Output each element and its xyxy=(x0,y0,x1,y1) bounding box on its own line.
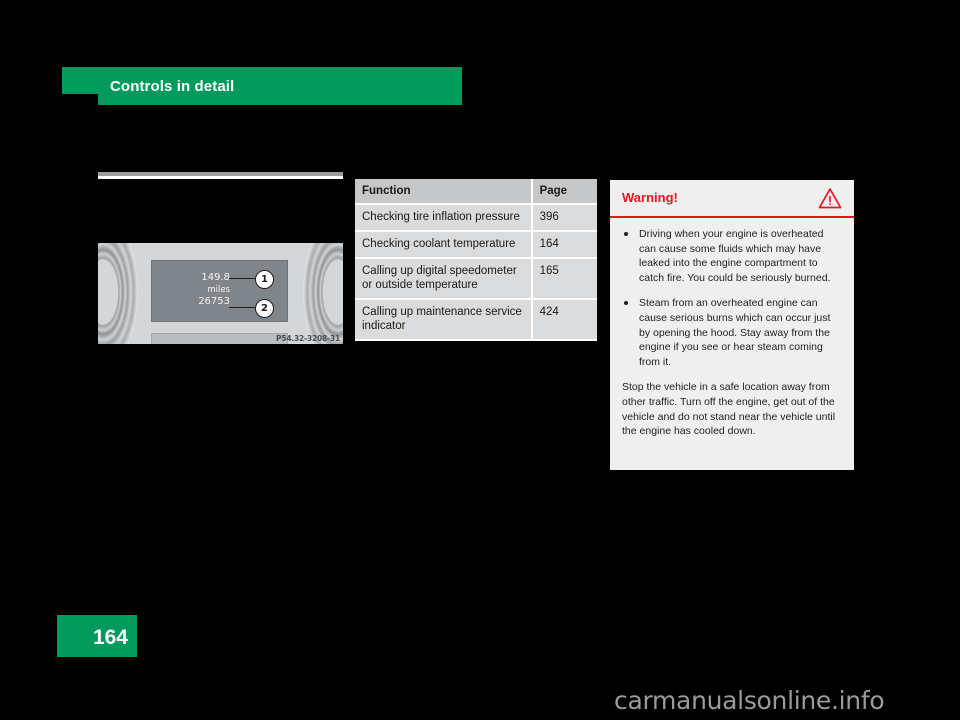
table-cell-page: 165 xyxy=(531,258,597,300)
page-number-box: 164 xyxy=(57,615,137,657)
table-row[interactable]: Calling up maintenance service indicator… xyxy=(355,299,597,341)
section-rule-white xyxy=(98,176,343,179)
function-page-table: Function Page Checking tire inflation pr… xyxy=(355,179,597,341)
warning-bullet-text: Steam from an overheated engine can caus… xyxy=(639,297,831,368)
page-number: 164 xyxy=(92,626,128,649)
table-cell-function: Checking tire inflation pressure xyxy=(355,204,533,232)
site-watermark: carmanualsonline.info xyxy=(614,686,885,715)
instrument-cluster-figure: 149.8 miles 26753 1 2 P54.32-3208-31 xyxy=(98,243,343,344)
section-rule xyxy=(98,172,343,179)
callout-marker-2: 2 xyxy=(255,299,274,318)
odometer-unit-label: miles xyxy=(207,285,230,295)
warning-body: Driving when your engine is overheated c… xyxy=(610,218,854,439)
chapter-header-bar-step xyxy=(98,94,462,105)
warning-bullet-text: Driving when your engine is overheated c… xyxy=(639,228,831,284)
table-row[interactable]: Calling up digital speedometer or outsid… xyxy=(355,258,597,300)
callout-leader-line-2 xyxy=(229,307,255,308)
figure-reference-code: P54.32-3208-31 xyxy=(276,334,340,343)
warning-title: Warning! xyxy=(622,190,678,205)
cluster-display-screen: 149.8 miles 26753 1 2 xyxy=(151,260,288,322)
trip-odometer-value: 149.8 xyxy=(201,272,230,283)
manual-page: Controls in detail 149.8 miles 26753 1 2… xyxy=(0,0,960,720)
cluster-display-lower-panel xyxy=(151,333,288,344)
gauge-ring-right-icon xyxy=(303,243,343,344)
table-cell-function: Checking coolant temperature xyxy=(355,231,533,259)
odometer-readout: 149.8 miles 26753 xyxy=(198,272,230,308)
table-cell-page: 424 xyxy=(531,299,597,341)
table-cell-page: 396 xyxy=(531,204,597,232)
table-row[interactable]: Checking coolant temperature 164 xyxy=(355,231,597,259)
chapter-title: Controls in detail xyxy=(110,78,235,95)
table-cell-function: Calling up digital speedometer or outsid… xyxy=(355,258,533,300)
table-header-row: Function Page xyxy=(355,179,597,205)
table-cell-function: Calling up maintenance service indicator xyxy=(355,299,533,341)
table-row[interactable]: Checking tire inflation pressure 396 xyxy=(355,204,597,232)
warning-paragraph: Stop the vehicle in a safe location away… xyxy=(622,381,836,438)
column-header-page: Page xyxy=(531,179,597,205)
bullet-dot-icon xyxy=(624,301,628,306)
warning-box: Warning! Driving when your engine is ove… xyxy=(610,180,854,470)
warning-header: Warning! xyxy=(610,180,854,218)
warning-bullet-item: Driving when your engine is overheated c… xyxy=(622,227,842,285)
gauge-ring-left-icon xyxy=(98,243,138,344)
bullet-dot-icon xyxy=(624,232,628,236)
warning-triangle-icon xyxy=(818,187,842,209)
warning-bullet-item: Steam from an overheated engine can caus… xyxy=(622,296,842,369)
callout-leader-line-1 xyxy=(229,278,255,279)
total-odometer-value: 26753 xyxy=(198,296,230,307)
callout-marker-1: 1 xyxy=(255,270,274,289)
table-cell-page: 164 xyxy=(531,231,597,259)
column-header-function: Function xyxy=(355,179,533,205)
